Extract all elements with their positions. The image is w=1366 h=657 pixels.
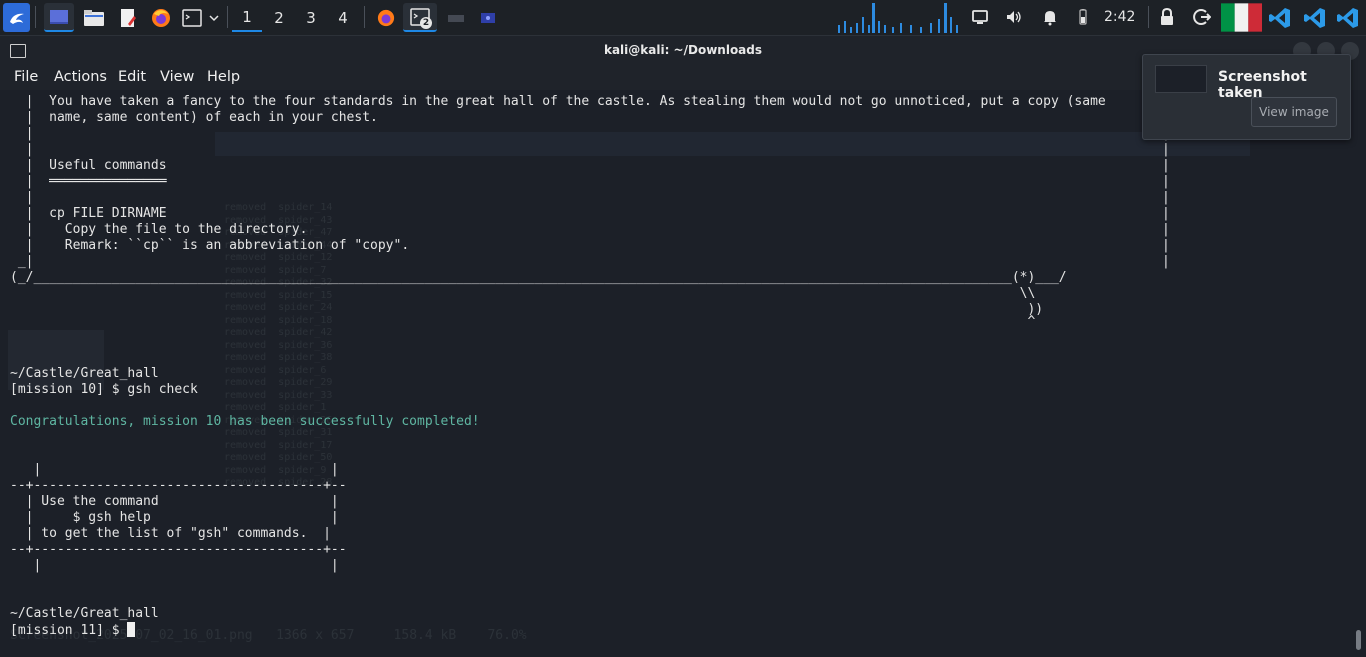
terminal-line: | name, same content) of each in your ch…	[10, 110, 378, 125]
desktop-icon	[50, 9, 68, 24]
help-box-line: | to get the list of "gsh" commands. |	[10, 526, 331, 541]
firefox-button[interactable]	[147, 3, 175, 32]
terminal-line: |	[10, 190, 34, 205]
success-message: Congratulations, mission 10 has been suc…	[10, 414, 480, 429]
scroll-border: |	[1162, 174, 1170, 189]
clock[interactable]: 2:42	[1104, 0, 1135, 35]
text-editor-button[interactable]	[114, 3, 142, 32]
screenshot-window-button[interactable]	[474, 3, 502, 32]
window-count-badge: 2	[420, 17, 432, 29]
vscode-icon[interactable]	[1336, 6, 1360, 30]
workspace-3[interactable]: 3	[296, 3, 326, 32]
file-manager-button[interactable]	[80, 3, 108, 32]
vscode-icon[interactable]	[1303, 6, 1327, 30]
prompt-text: [mission 11] $	[10, 623, 128, 638]
image-viewer-window-button[interactable]	[442, 3, 470, 32]
help-box-line: --+-------------------------------------…	[10, 542, 347, 557]
terminal-line: | Useful commands	[10, 158, 167, 173]
battery-icon[interactable]	[1074, 8, 1092, 26]
cpu-usage-graph	[838, 3, 958, 33]
lock-screen-icon[interactable]	[1158, 8, 1176, 26]
image-viewer-icon	[448, 14, 464, 22]
terminal-line: | cp FILE DIRNAME	[10, 206, 167, 221]
workspace-1[interactable]: 1	[232, 3, 262, 32]
scroll-border: |	[1162, 158, 1170, 173]
italy-flag-icon[interactable]	[1221, 3, 1262, 32]
vscode-icon[interactable]	[1268, 6, 1292, 30]
terminal-output[interactable]: removed spider_14 removed spider_43 remo…	[0, 90, 1366, 657]
command-line: [mission 10] $ gsh check	[10, 382, 198, 397]
terminal-line: | Remark: ``cp`` is an abbreviation of "…	[10, 238, 410, 253]
taskbar: 1 2 3 4 2 2:42	[0, 0, 1366, 36]
help-box-line: | |	[10, 558, 339, 573]
notification-bell-icon[interactable]	[1041, 8, 1059, 26]
taskbar-separator	[35, 6, 36, 28]
terminal-line: | Copy the file to the directory.	[10, 222, 308, 237]
logout-icon[interactable]	[1193, 8, 1211, 26]
terminal-window-button[interactable]: 2	[403, 3, 437, 32]
terminal-line: \\	[10, 286, 1036, 301]
chevron-down-icon	[209, 14, 219, 21]
display-icon[interactable]	[971, 8, 989, 26]
menu-actions[interactable]: Actions	[54, 69, 107, 85]
text-cursor	[127, 622, 136, 637]
terminal-launcher-button[interactable]	[178, 3, 206, 32]
screenshot-icon	[481, 12, 495, 23]
help-box-line: | |	[10, 462, 339, 477]
kali-menu-button[interactable]	[3, 3, 30, 32]
active-prompt[interactable]: [mission 11] $	[10, 622, 136, 639]
firefox-window-button[interactable]	[372, 3, 400, 32]
folder-icon	[84, 9, 104, 26]
terminal-line: (_/_____________________________________…	[10, 270, 1067, 285]
scroll-border: |	[1162, 222, 1170, 237]
terminal-line: |	[10, 142, 34, 157]
menu-edit[interactable]: Edit	[118, 69, 146, 85]
prompt-path: ~/Castle/Great_hall	[10, 606, 159, 621]
workspace-2[interactable]: 2	[264, 3, 294, 32]
menu-file[interactable]: File	[14, 69, 38, 85]
scroll-border: |	[1162, 254, 1170, 269]
terminal-dropdown-button[interactable]	[206, 3, 222, 32]
terminal-line: _|	[10, 254, 34, 269]
taskbar-separator	[227, 6, 228, 28]
view-image-button[interactable]: View image	[1251, 97, 1337, 127]
firefox-icon	[377, 9, 395, 26]
workspace-4[interactable]: 4	[328, 3, 358, 32]
menu-help[interactable]: Help	[207, 69, 240, 85]
terminal-line: | ═══════════════	[10, 174, 167, 189]
taskbar-separator	[364, 6, 365, 28]
screenshot-notification[interactable]: Screenshot taken View image	[1142, 54, 1351, 140]
scroll-border: |	[1162, 142, 1170, 157]
taskbar-separator	[1148, 6, 1149, 28]
show-desktop-button[interactable]	[44, 3, 74, 32]
text-editor-icon	[121, 8, 136, 27]
help-box-line: | Use the command |	[10, 494, 339, 509]
terminal-line: ^	[10, 314, 1036, 329]
help-box-line: | $ gsh help |	[10, 510, 339, 525]
volume-icon[interactable]	[1005, 8, 1023, 26]
help-box-line: --+-------------------------------------…	[10, 478, 347, 493]
screenshot-thumbnail[interactable]	[1155, 65, 1207, 93]
terminal-line: |	[10, 126, 34, 141]
kali-dragon-icon	[9, 13, 24, 24]
scroll-border: |	[1162, 190, 1170, 205]
terminal-window-icon	[10, 44, 26, 58]
terminal-scrollbar[interactable]	[1356, 630, 1361, 650]
firefox-icon	[152, 8, 170, 27]
terminal-icon	[182, 8, 202, 27]
scroll-border: |	[1162, 206, 1170, 221]
prompt-path: ~/Castle/Great_hall	[10, 366, 159, 381]
scroll-border: |	[1162, 238, 1170, 253]
terminal-line: | You have taken a fancy to the four sta…	[10, 94, 1106, 109]
menu-view[interactable]: View	[160, 69, 194, 85]
